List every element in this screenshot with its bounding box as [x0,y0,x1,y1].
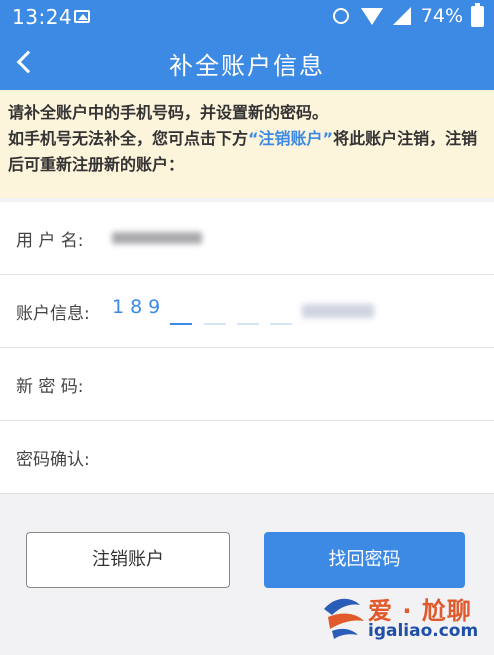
battery-percent: 74% [420,5,463,27]
notice-text-prefix: 如手机号无法补全，您可点击下方 [8,129,249,148]
page-title: 补全账户信息 [169,52,325,80]
alarm-icon [332,8,349,24]
new-password-row: 新 密 码: [0,348,494,421]
account-info-row: 账户信息: 189 [0,275,494,348]
phone-value-blurred [302,304,374,318]
username-label: 用 户 名: [16,231,84,251]
cancel-account-link[interactable]: “注销账户” [248,129,333,148]
username-row: 用 户 名: [0,202,494,275]
notice-line-2: 如手机号无法补全，您可点击下方“注销账户”将此账户注销，注销后可重新注册新的账户… [8,126,484,178]
phone-digit-slot [204,323,226,325]
account-info-label: 账户信息: [16,304,90,324]
status-bar: 13:24 74% [0,0,494,34]
watermark-logo [324,598,364,639]
recover-password-button[interactable]: 找回密码 [264,532,465,588]
signal-icon [392,7,411,25]
nav-bar: 补全账户信息 [0,34,494,90]
account-form: 用 户 名: 账户信息: 189 新 密 码: 密码确认: [0,202,494,494]
new-password-field[interactable] [112,364,476,404]
phone-digit-slot [170,323,192,325]
watermark: 爱 · 尬聊 igaliao.com [318,587,486,647]
watermark-url: igaliao.com [368,621,479,641]
wifi-icon [360,7,383,25]
status-icons: 74% [332,2,484,27]
notice-banner: 请补全账户中的手机号码，并设置新的密码。 如手机号无法补全，您可点击下方“注销账… [0,90,494,198]
battery-icon [471,2,484,27]
confirm-password-label: 密码确认: [16,450,90,470]
new-password-label: 新 密 码: [16,377,84,397]
notice-line-1: 请补全账户中的手机号码，并设置新的密码。 [8,103,329,122]
status-time: 13:24 [12,5,73,29]
image-icon [74,10,90,23]
confirm-password-row: 密码确认: [0,421,494,494]
phone-digit-slot [237,323,259,325]
account-info-value: 189 [112,296,167,318]
username-value-blurred [112,232,202,244]
cancel-account-button[interactable]: 注销账户 [26,532,230,588]
confirm-password-field[interactable] [112,437,476,477]
phone-digit-slot [270,323,292,325]
